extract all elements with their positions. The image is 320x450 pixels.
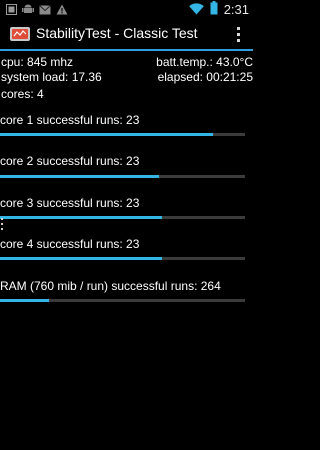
system-load: system load: 17.36: [1, 70, 102, 84]
app-icon[interactable]: [9, 25, 31, 43]
core-3-progress-bar: [0, 216, 245, 219]
core-2-label: core 2 successful runs: 23: [0, 154, 140, 168]
core-3-label: core 3 successful runs: 23: [0, 196, 140, 210]
android-icon: [22, 0, 34, 19]
wifi-icon: [188, 0, 204, 19]
ram-progress-fill: [0, 299, 49, 302]
action-bar: StabilityTest - Classic Test: [0, 19, 253, 51]
core-4-label: core 4 successful runs: 23: [0, 237, 140, 251]
core-1-label: core 1 successful runs: 23: [0, 113, 140, 127]
core-2-progress-fill: [0, 175, 160, 178]
app-title: StabilityTest - Classic Test: [36, 25, 198, 41]
core-4-progress-fill: [0, 257, 162, 260]
core-4-progress-bar: [0, 257, 245, 260]
email-icon: [39, 0, 51, 19]
overflow-menu-icon[interactable]: [237, 27, 241, 43]
cpu-frequency: cpu: 845 mhz: [1, 55, 74, 69]
ram-label: RAM (760 mib / run) successful runs: 264: [0, 279, 221, 293]
battery-temperature: batt.temp.: 43.0°C: [156, 55, 253, 69]
core-1-progress-fill: [0, 133, 214, 136]
status-bar: 2:31: [0, 0, 253, 19]
battery-icon: [210, 0, 218, 19]
scroll-indicator-icon: [1, 218, 4, 232]
notification-icon: [6, 0, 17, 19]
system-icons: 2:31: [188, 0, 249, 19]
cores-count: cores: 4: [1, 87, 44, 101]
core-2-progress-bar: [0, 175, 245, 178]
ram-progress-bar: [0, 299, 245, 302]
elapsed-time: elapsed: 00:21:25: [157, 70, 253, 84]
warning-icon: [56, 0, 68, 19]
core-1-progress-bar: [0, 133, 245, 136]
notification-icons: [6, 2, 68, 17]
core-3-progress-fill: [0, 216, 162, 219]
clock: 2:31: [223, 2, 249, 17]
